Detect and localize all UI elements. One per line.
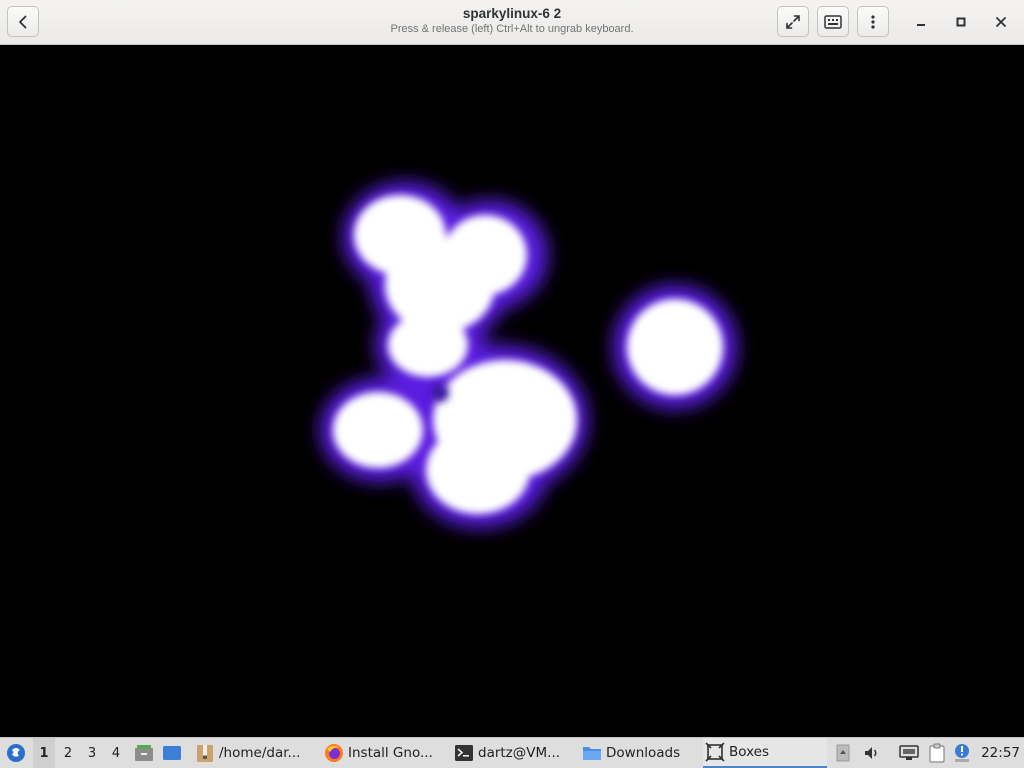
boxes-icon	[705, 742, 725, 762]
task-firefox[interactable]: Install Gno...	[322, 738, 446, 768]
back-icon	[19, 15, 27, 28]
folder-icon	[583, 747, 601, 760]
firefox-icon	[325, 744, 343, 762]
updates-icon	[955, 744, 969, 762]
workspace-1[interactable]: 1	[33, 738, 55, 768]
keyboard-icon	[824, 14, 842, 29]
maximize-button[interactable]	[949, 10, 973, 34]
menu-button[interactable]	[857, 6, 889, 37]
menu-icon	[871, 14, 875, 29]
file-manager-launcher[interactable]	[132, 738, 156, 768]
terminal-icon	[455, 745, 473, 761]
file-manager-icon	[135, 745, 153, 761]
app-menu-button[interactable]	[3, 738, 29, 768]
task-label: Downloads	[606, 745, 681, 761]
archive-icon	[197, 745, 213, 762]
window-subtitle: Press & release (left) Ctrl+Alt to ungra…	[390, 23, 634, 35]
title-block: sparkylinux-6 2 Press & release (left) C…	[300, 5, 724, 36]
close-button[interactable]	[989, 10, 1013, 34]
tray-scroll-button[interactable]	[834, 738, 852, 768]
task-label: /home/dar...	[219, 745, 301, 761]
volume-icon	[865, 747, 877, 759]
volume-control[interactable]	[860, 738, 884, 768]
network-icon	[899, 745, 919, 760]
task-label: Install Gno...	[348, 745, 433, 761]
workspace-4[interactable]: 4	[105, 738, 127, 768]
show-desktop-icon	[163, 746, 181, 760]
screensaver-blobs	[320, 182, 737, 528]
show-desktop-button[interactable]	[160, 738, 184, 768]
network-indicator[interactable]	[897, 738, 921, 768]
maximize-icon	[956, 17, 966, 27]
workspace-3[interactable]: 3	[81, 738, 103, 768]
vm-display[interactable]	[0, 45, 1024, 737]
updates-indicator[interactable]	[951, 738, 973, 768]
send-keys-button[interactable]	[817, 6, 849, 37]
clock[interactable]: 22:57	[981, 738, 1020, 768]
close-icon	[996, 17, 1006, 27]
minimize-icon	[917, 24, 925, 26]
minimize-button[interactable]	[909, 10, 933, 34]
taskbar: 1 2 3 4 /home/dar... Install Gno... dart…	[0, 737, 1024, 768]
task-terminal[interactable]: dartz@VM...	[452, 738, 574, 768]
task-label: dartz@VM...	[478, 745, 561, 761]
fullscreen-icon	[786, 14, 800, 29]
clipboard-indicator[interactable]	[925, 738, 949, 768]
clipboard-icon	[929, 743, 945, 763]
blob-gap	[431, 384, 449, 402]
menu-logo-icon	[7, 744, 25, 762]
header-bar: sparkylinux-6 2 Press & release (left) C…	[0, 0, 1024, 45]
task-label: Boxes	[729, 744, 770, 760]
task-boxes[interactable]: Boxes	[703, 738, 827, 768]
fullscreen-button[interactable]	[777, 6, 809, 37]
workspace-2[interactable]: 2	[57, 738, 79, 768]
scroll-up-icon	[836, 744, 850, 762]
back-button[interactable]	[7, 6, 39, 37]
window-title: sparkylinux-6 2	[462, 6, 562, 21]
task-home-folder[interactable]: /home/dar...	[193, 738, 315, 768]
task-downloads[interactable]: Downloads	[580, 738, 698, 768]
